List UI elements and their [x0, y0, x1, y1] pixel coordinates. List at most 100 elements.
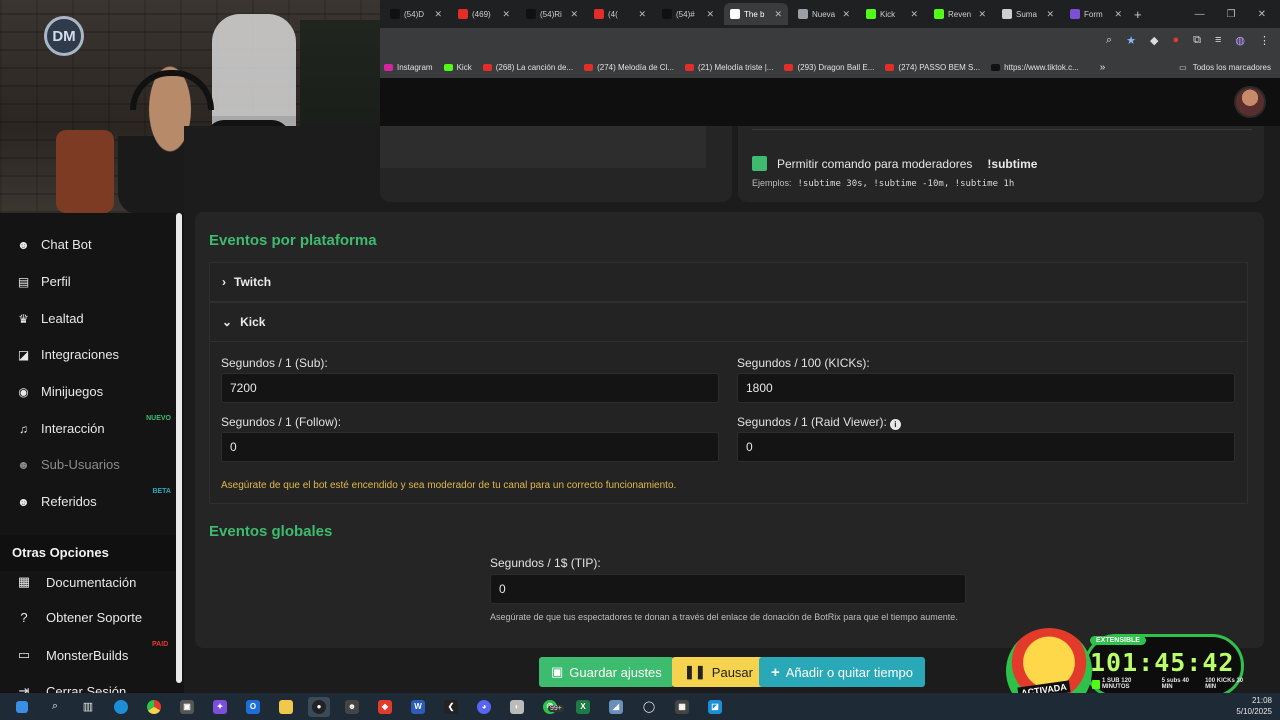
close-tab-icon[interactable]: ✕ [1114, 9, 1122, 20]
app-photo-icon[interactable]: ◐ [506, 697, 528, 717]
app-cat-icon[interactable]: ☻ [341, 697, 363, 717]
bookmark-item[interactable]: (268) La canción de... [482, 63, 573, 72]
browser-tab[interactable]: Nueva ✕ [792, 3, 856, 25]
browser-tab[interactable]: Suma ✕ [996, 3, 1060, 25]
clock-date: 5/10/2025 [1236, 707, 1272, 716]
browser-tab[interactable]: (54)D ✕ [384, 3, 448, 25]
task-view-icon[interactable]: ▥ [77, 697, 99, 717]
bookmark-item[interactable]: Kick [443, 63, 472, 72]
capcut-icon[interactable]: ❮ [440, 697, 462, 717]
raid-seconds-input[interactable]: 0 [737, 432, 1235, 462]
save-settings-button[interactable]: ▣ Guardar ajustes [539, 657, 674, 687]
file-explorer-icon[interactable] [275, 697, 297, 717]
sub-seconds-input[interactable]: 7200 [221, 373, 719, 403]
browser-tab[interactable]: Form ✕ [1064, 3, 1128, 25]
other-option-item[interactable]: ? Obtener Soporte [16, 610, 142, 625]
close-tab-icon[interactable]: ✕ [638, 9, 646, 20]
obs-icon[interactable]: ● [308, 696, 330, 717]
bookmark-item[interactable]: (274) Melodía de Cl... [584, 63, 674, 72]
discord-icon[interactable]: ◕ [473, 697, 495, 717]
whatsapp-icon[interactable]: ✆99+ [539, 697, 564, 717]
moderator-command-checkbox[interactable] [752, 156, 767, 171]
browser-toolbar: ⌕ ★ ◆ ● ⧉ ≡ ◍ ⋮ [380, 28, 1280, 56]
profile-icon[interactable]: ◍ [1235, 34, 1245, 47]
zoom-icon[interactable]: ⌕ [1106, 34, 1112, 47]
minimize-icon[interactable]: — [1195, 9, 1205, 20]
user-avatar[interactable] [1234, 86, 1266, 118]
browser-tab[interactable]: The b ✕ [724, 3, 788, 25]
browser-tab[interactable]: (54)Ri ✕ [520, 3, 584, 25]
word-icon[interactable]: W [407, 697, 429, 717]
kicks-seconds-input[interactable]: 1800 [737, 373, 1235, 403]
media-control-icon[interactable]: ≡ [1215, 34, 1221, 47]
add-remove-time-button[interactable]: + Añadir o quitar tiempo [759, 657, 925, 687]
close-tab-icon[interactable]: ✕ [1046, 9, 1054, 20]
bookmark-item[interactable]: Instagram [384, 63, 433, 72]
sidebar-item[interactable]: ♛ Lealtad [16, 311, 171, 326]
app-ring-icon[interactable]: ◯ [638, 697, 660, 717]
chrome-icon[interactable] [143, 697, 165, 717]
settings-field[interactable] [380, 126, 706, 168]
sidebar-scrollbar[interactable] [176, 213, 182, 683]
bookmark-star-icon[interactable]: ★ [1126, 34, 1136, 47]
all-bookmarks-folder[interactable]: ▭ Todos los marcadores [1179, 63, 1271, 72]
sidebar-item[interactable]: ♫ Interacción NUEVO [16, 415, 171, 436]
sidebar-item[interactable]: ◉ Minijuegos [16, 384, 171, 399]
sidebar-item[interactable]: ▤ Perfil [16, 274, 171, 289]
close-tab-icon[interactable]: ✕ [570, 9, 578, 20]
edge-icon[interactable] [110, 697, 132, 717]
app-photos-icon[interactable]: ◪ [704, 697, 726, 717]
browser-tab[interactable]: (469) ✕ [452, 3, 516, 25]
close-tab-icon[interactable]: ✕ [706, 9, 714, 20]
close-tab-icon[interactable]: ✕ [910, 9, 918, 20]
youtube-icon [458, 9, 468, 19]
kick-accordion-header[interactable]: ⌄ Kick [209, 302, 1248, 342]
follow-seconds-input[interactable]: 0 [221, 432, 719, 462]
more-bookmarks-icon[interactable]: » [1100, 62, 1106, 73]
browser-tab[interactable]: (54)# ✕ [656, 3, 720, 25]
excel-icon[interactable]: X [572, 697, 594, 717]
close-tab-icon[interactable]: ✕ [434, 9, 442, 20]
store-icon[interactable]: ▣ [176, 697, 198, 717]
browser-tab[interactable]: Reven ✕ [928, 3, 992, 25]
sidebar-item[interactable]: ◪ Integraciones [16, 347, 171, 362]
close-tab-icon[interactable]: ✕ [774, 9, 782, 20]
bookmark-item[interactable]: (274) PASSO BEM S... [885, 63, 980, 72]
sidebar-item[interactable]: ☻ Chat Bot [16, 237, 171, 252]
calculator-icon[interactable]: ▦ [671, 697, 693, 717]
app-red-icon[interactable]: ◆ [374, 697, 396, 717]
outlook-icon[interactable]: O [242, 697, 264, 717]
bookmark-item[interactable]: (21) Melodía triste |... [685, 63, 773, 72]
extension-icon[interactable]: ◆ [1150, 34, 1158, 47]
maximize-icon[interactable]: ❐ [1227, 9, 1236, 20]
sidebar-item[interactable]: ☻ Referidos BETA [16, 488, 171, 509]
close-window-icon[interactable]: ✕ [1258, 9, 1266, 20]
windows-start-icon[interactable] [11, 697, 33, 717]
bookmark-item[interactable]: (293) Dragon Ball E... [784, 63, 874, 72]
monitor-icon: ▭ [17, 647, 31, 662]
menu-kebab-icon[interactable]: ⋮ [1259, 34, 1270, 47]
extensions-puzzle-icon[interactable]: ⧉ [1193, 34, 1201, 47]
close-tab-icon[interactable]: ✕ [842, 9, 850, 20]
extension-red-icon[interactable]: ● [1172, 34, 1179, 47]
app-blue-icon[interactable]: ◢ [605, 697, 627, 717]
tip-seconds-input[interactable]: 0 [490, 574, 966, 604]
users-icon: ☻ [17, 457, 30, 472]
other-option-item[interactable]: ▦ Documentación [16, 574, 136, 590]
figma-icon[interactable]: ✦ [209, 697, 231, 717]
twitch-accordion-header[interactable]: › Twitch [209, 262, 1248, 302]
moderator-command-row[interactable]: Permitir comando para moderadores !subti… [752, 156, 1037, 171]
browser-tab[interactable]: Kick ✕ [860, 3, 924, 25]
info-icon[interactable]: i [889, 419, 901, 430]
sidebar-item[interactable]: ☻ Sub-Usuarios [16, 457, 171, 472]
bookmark-item[interactable]: https://www.tiktok.c... [991, 63, 1079, 72]
close-tab-icon[interactable]: ✕ [978, 9, 986, 20]
browser-tab[interactable]: (4(✕ [588, 3, 652, 25]
system-clock[interactable]: 21:08 5/10/2025 [1236, 695, 1272, 717]
other-option-item[interactable]: ▭ MonsterBuilds PAID [16, 641, 168, 663]
search-icon[interactable]: ⌕ [44, 697, 66, 717]
pause-button[interactable]: ❚❚ Pausar [672, 657, 765, 687]
other-option-badge: PAID [152, 641, 169, 648]
new-tab-icon[interactable]: + [1134, 7, 1142, 22]
close-tab-icon[interactable]: ✕ [502, 9, 510, 20]
